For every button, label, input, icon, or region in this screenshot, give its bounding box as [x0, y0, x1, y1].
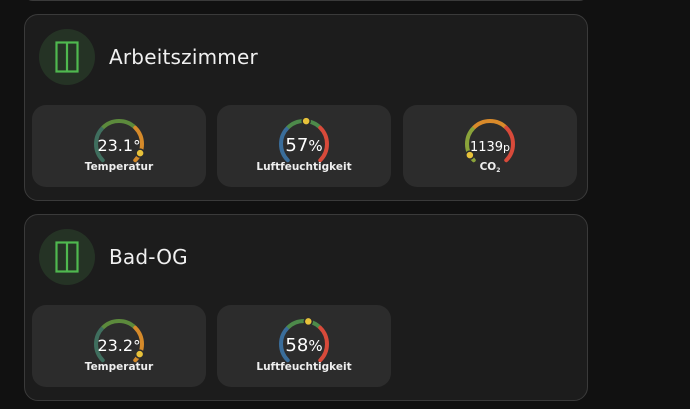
gauge-segment — [101, 119, 137, 130]
temperature-unit: ° — [133, 337, 141, 355]
co2-tile[interactable]: 1139p CO2 — [403, 105, 577, 187]
temperature-number: 23.1 — [97, 136, 134, 155]
co2-label-subscript: 2 — [496, 167, 501, 174]
temperature-value: 23.2° — [32, 335, 206, 357]
humidity-value: 57% — [217, 135, 391, 157]
temperature-label: Temperatur — [84, 361, 154, 373]
humidity-number: 58 — [285, 335, 309, 356]
gauge-marker — [301, 116, 311, 126]
humidity-label: Luftfeuchtigkeit — [256, 161, 352, 173]
window-icon[interactable] — [39, 29, 95, 85]
humidity-unit: % — [308, 137, 323, 155]
humidity-label: Luftfeuchtigkeit — [256, 361, 352, 373]
co2-number: 1139 — [469, 140, 504, 155]
humidity-tile[interactable]: 58% Luftfeuchtigkeit — [217, 305, 391, 387]
co2-label: CO2 — [403, 161, 577, 174]
temperature-unit: ° — [133, 137, 141, 155]
temperature-value: 23.1° — [32, 135, 206, 157]
co2-value: 1139p — [403, 135, 577, 159]
humidity-tile[interactable]: 57% Luftfeuchtigkeit — [217, 105, 391, 187]
room-card-arbeitszimmer[interactable]: Arbeitszimmer 23.1° Temperatur 57% Luftf… — [24, 14, 588, 201]
co2-label-text: CO — [479, 161, 497, 173]
room-card-bad-og[interactable]: Bad-OG 23.2° Temperatur 58% Luftfeuchtig… — [24, 214, 588, 401]
temperature-number: 23.2 — [97, 336, 134, 355]
co2-unit: p — [503, 141, 511, 154]
temperature-tile[interactable]: 23.1° Temperatur — [32, 105, 206, 187]
gauge-marker — [303, 316, 314, 327]
humidity-number: 57 — [285, 135, 309, 156]
room-title: Arbeitszimmer — [109, 45, 258, 69]
humidity-value: 58% — [217, 335, 391, 357]
gauge-segment — [101, 319, 137, 330]
humidity-unit: % — [308, 337, 323, 355]
room-title: Bad-OG — [109, 245, 188, 269]
previous-room-card — [24, 0, 588, 1]
temperature-tile[interactable]: 23.2° Temperatur — [32, 305, 206, 387]
gauge-segment — [472, 119, 508, 130]
window-icon[interactable] — [39, 229, 95, 285]
temperature-label: Temperatur — [84, 161, 154, 173]
